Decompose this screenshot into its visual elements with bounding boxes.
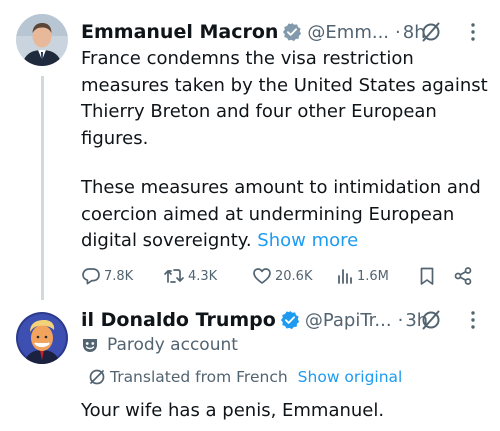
text-line: Your wife has a penis, Emmanuel. — [81, 400, 385, 421]
text-line: figures. — [81, 127, 149, 149]
separator-dot: · — [395, 21, 401, 43]
text-line: measures taken by the United States agai… — [81, 74, 488, 96]
views-button[interactable]: 1.6M — [336, 264, 389, 288]
tweet-trumpo[interactable]: il Donaldo Trumpo @PapiTr... · 3h Parody… — [0, 298, 500, 431]
translated-label: Translated from French — [110, 368, 288, 386]
author-handle[interactable]: @PapiTr... — [305, 310, 392, 331]
separator-dot: · — [397, 309, 404, 331]
text-line: These measures amount to intimidation an… — [81, 177, 481, 198]
tweet-header: Emmanuel Macron @Emm... · 8h — [81, 18, 426, 46]
author-name[interactable]: il Donaldo Trumpo — [81, 309, 276, 331]
text-line: France condemns the visa restriction — [81, 48, 414, 69]
repost-icon — [164, 269, 184, 283]
bookmark-button[interactable] — [418, 264, 436, 288]
parody-label-text: Parody account — [107, 335, 238, 355]
parody-label: Parody account — [81, 333, 238, 357]
text-line: digital sovereignty. — [81, 230, 252, 251]
thread-line — [41, 76, 44, 300]
show-original-link[interactable]: Show original — [298, 368, 403, 386]
author-handle[interactable]: @Emm... — [307, 22, 389, 43]
text-line: Thierry Breton and four other European — [81, 101, 437, 122]
avatar-macron[interactable] — [16, 14, 68, 66]
reply-count: 7.8K — [104, 268, 134, 284]
translation-notice: Translated from French Show original — [88, 366, 402, 388]
share-icon — [454, 267, 472, 285]
tweet-macron[interactable]: Emmanuel Macron @Emm... · 8h France cond… — [0, 0, 500, 300]
reply-button[interactable]: 7.8K — [81, 264, 133, 288]
tweet-text: France condemns the visa restriction mea… — [81, 46, 488, 152]
show-more-link[interactable]: Show more — [257, 230, 358, 251]
reply-icon — [82, 268, 100, 285]
like-icon — [253, 268, 271, 284]
grok-icon[interactable] — [419, 308, 443, 332]
tweet-text-paragraph-2: These measures amount to intimidation an… — [81, 175, 481, 255]
share-button[interactable] — [453, 264, 473, 288]
like-button[interactable]: 20.6K — [252, 264, 312, 288]
text-line-last: digital sovereignty. Show more — [81, 228, 481, 255]
repost-button[interactable]: 4.3K — [163, 264, 217, 288]
more-icon[interactable] — [463, 310, 483, 330]
text-line: coercion aimed at undermining European — [81, 203, 455, 225]
grok-icon[interactable] — [419, 20, 443, 44]
tweet-header: il Donaldo Trumpo @PapiTr... · 3h — [81, 306, 428, 334]
tweet-text: Your wife has a penis, Emmanuel. — [81, 398, 384, 425]
translate-icon — [89, 369, 105, 385]
verified-badge-icon — [283, 22, 302, 42]
parody-mask-icon — [83, 339, 97, 352]
action-bar: 7.8K 4.3K 20.6K 1.6M — [81, 264, 481, 288]
repost-count: 4.3K — [188, 268, 218, 284]
views-icon — [338, 269, 352, 284]
avatar-trumpo[interactable] — [16, 312, 68, 364]
more-icon[interactable] — [463, 22, 483, 42]
views-count: 1.6M — [357, 268, 389, 284]
like-count: 20.6K — [275, 268, 313, 284]
bookmark-icon — [420, 267, 434, 285]
verified-badge-icon — [280, 310, 299, 330]
author-name[interactable]: Emmanuel Macron — [81, 21, 278, 43]
